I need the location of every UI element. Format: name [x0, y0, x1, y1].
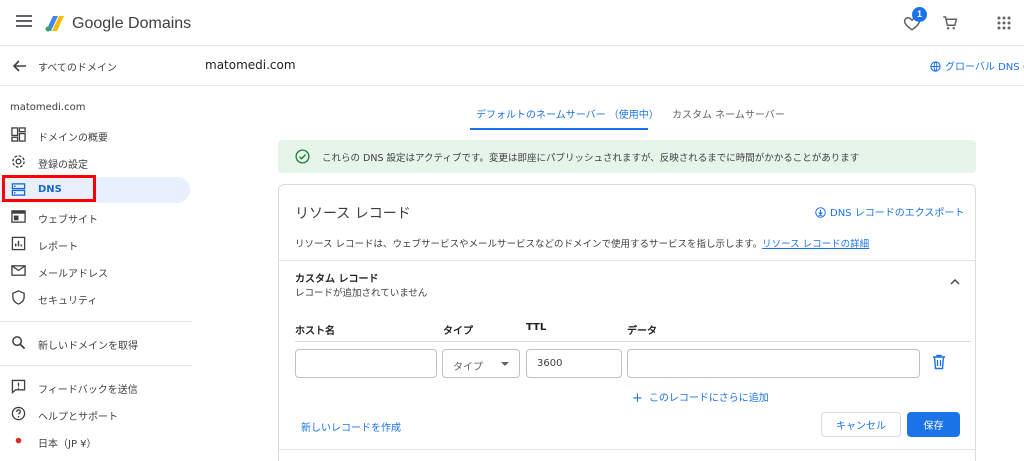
- check-circle-icon: [295, 149, 310, 164]
- sidebar-item-email[interactable]: メールアドレス: [0, 258, 190, 284]
- sidebar-item-label: DNS: [38, 184, 62, 195]
- sub-header: すべてのドメイン matomedi.com グローバル DNS の: [0, 46, 1024, 86]
- dashboard-icon: [11, 127, 26, 142]
- trash-icon[interactable]: [932, 354, 946, 370]
- all-domains-link[interactable]: すべてのドメイン: [38, 59, 117, 74]
- sidebar-item-dns[interactable]: DNS: [0, 177, 190, 203]
- website-icon: [11, 210, 26, 223]
- tab-custom-nameservers[interactable]: カスタム ネームサーバー: [672, 96, 785, 130]
- report-icon: [11, 236, 26, 251]
- brand-name[interactable]: Google Domains: [72, 15, 191, 33]
- dns-icon: [11, 183, 26, 196]
- sidebar-domain-name: matomedi.com: [10, 102, 86, 113]
- host-name-input[interactable]: [295, 349, 437, 378]
- add-more-label: このレコードにさらに追加: [648, 393, 769, 404]
- shopping-cart-icon[interactable]: [941, 14, 959, 32]
- column-header-data: データ: [627, 326, 657, 337]
- cancel-button[interactable]: キャンセル: [821, 412, 901, 437]
- record-type-value: タイプ: [453, 362, 483, 373]
- sidebar-item-label: 登録の設定: [38, 160, 88, 171]
- record-type-select[interactable]: タイプ: [442, 349, 520, 378]
- custom-records-title: カスタム レコード: [295, 274, 379, 285]
- card-description: リソース レコードは、ウェブサービスやメールサービスなどのドメインで使用するサー…: [295, 236, 869, 250]
- add-more-to-record-link[interactable]: + このレコードにさらに追加: [632, 389, 769, 406]
- red-dot-icon: [15, 437, 22, 444]
- sidebar-item-region[interactable]: 日本（JP ¥）: [0, 428, 190, 454]
- sidebar: matomedi.com ドメインの概要 登録の設定 DNS ウェブサイト レポ…: [0, 86, 192, 461]
- sidebar-divider: [0, 365, 192, 366]
- sidebar-item-label: 日本（JP ¥）: [38, 439, 97, 450]
- sidebar-item-label: メールアドレス: [38, 269, 108, 280]
- sidebar-item-feedback[interactable]: フィードバックを送信: [0, 374, 190, 400]
- dns-active-banner: これらの DNS 設定はアクティブです。変更は即座にパブリッシュされますが、反映…: [278, 140, 976, 173]
- sidebar-divider: [0, 321, 192, 322]
- help-icon: [11, 406, 26, 421]
- apps-grid-icon[interactable]: [997, 16, 1011, 30]
- sidebar-item-registration-settings[interactable]: 登録の設定: [0, 149, 190, 175]
- sidebar-item-label: セキュリティ: [38, 296, 98, 307]
- column-header-divider: [295, 341, 971, 342]
- tab-default-nameservers[interactable]: デフォルトのネームサーバー （使用中）: [470, 96, 659, 130]
- global-dns-link[interactable]: グローバル DNS の: [930, 58, 1024, 73]
- export-dns-records-link[interactable]: DNS レコードのエクスポート: [815, 204, 964, 219]
- sidebar-item-help[interactable]: ヘルプとサポート: [0, 401, 190, 427]
- domain-title: matomedi.com: [205, 58, 296, 72]
- sidebar-item-reports[interactable]: レポート: [0, 231, 190, 257]
- ttl-input[interactable]: [526, 349, 622, 378]
- column-header-type: タイプ: [443, 326, 473, 337]
- shield-icon: [12, 290, 25, 305]
- sidebar-item-security[interactable]: セキュリティ: [0, 285, 190, 311]
- card-divider: [279, 260, 975, 261]
- description-text: リソース レコードは、ウェブサービスやメールサービスなどのドメインで使用するサー…: [295, 239, 763, 250]
- sidebar-item-label: フィードバックを送信: [38, 385, 138, 396]
- plus-icon: +: [632, 391, 643, 406]
- back-arrow-icon[interactable]: [12, 58, 28, 74]
- card-title: リソース レコード: [295, 206, 411, 222]
- sidebar-item-label: 新しいドメインを取得: [38, 341, 138, 352]
- sidebar-item-get-new-domain[interactable]: 新しいドメインを取得: [0, 330, 190, 356]
- resource-records-card: リソース レコード DNS レコードのエクスポート リソース レコードは、ウェブ…: [278, 184, 976, 461]
- global-dns-label: グローバル DNS の: [945, 62, 1024, 73]
- no-records-text: レコードが追加されていません: [295, 288, 428, 299]
- chevron-down-icon: [501, 362, 509, 366]
- feedback-icon: [11, 379, 26, 394]
- gear-icon: [12, 155, 25, 168]
- sidebar-item-overview[interactable]: ドメインの概要: [0, 122, 190, 148]
- sidebar-item-label: レポート: [38, 242, 78, 253]
- create-new-record-link[interactable]: 新しいレコードを作成: [301, 419, 401, 434]
- column-header-host: ホスト名: [295, 326, 335, 337]
- column-header-ttl: TTL: [526, 322, 547, 333]
- save-button[interactable]: 保存: [907, 412, 960, 437]
- card-bottom-divider: [279, 449, 975, 450]
- globe-icon: [930, 61, 941, 72]
- sidebar-item-website[interactable]: ウェブサイト: [0, 204, 190, 230]
- export-label: DNS レコードのエクスポート: [830, 208, 965, 219]
- sidebar-item-label: ウェブサイト: [38, 215, 98, 226]
- sidebar-item-label: ドメインの概要: [38, 133, 108, 144]
- download-icon: [815, 207, 826, 218]
- top-bar: Google Domains 1: [0, 0, 1024, 46]
- sidebar-item-label: ヘルプとサポート: [38, 412, 118, 423]
- mail-icon: [11, 265, 26, 276]
- resource-records-details-link[interactable]: リソース レコードの詳細: [762, 239, 869, 250]
- banner-text: これらの DNS 設定はアクティブです。変更は即座にパブリッシュされますが、反映…: [322, 153, 860, 164]
- hamburger-menu-icon[interactable]: [16, 15, 32, 29]
- google-domains-logo: [45, 16, 64, 32]
- search-icon: [12, 336, 26, 350]
- data-input[interactable]: [627, 349, 920, 378]
- favorites-count-badge: 1: [912, 7, 927, 22]
- chevron-up-icon[interactable]: [949, 277, 961, 287]
